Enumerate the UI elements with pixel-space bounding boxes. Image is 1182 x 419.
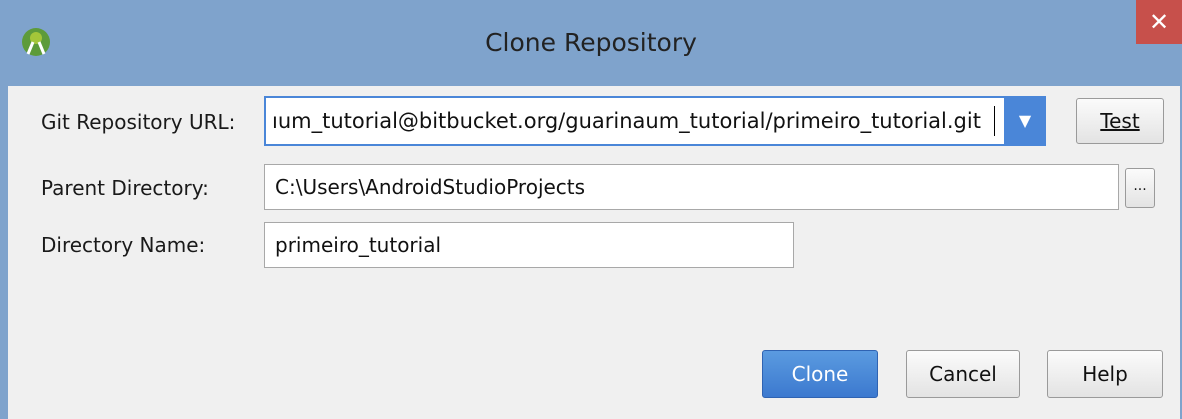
test-button-label: Test xyxy=(1100,109,1140,133)
chevron-down-icon[interactable]: ▼ xyxy=(1004,96,1046,146)
parent-directory-input[interactable]: C:\Users\AndroidStudioProjects xyxy=(264,164,1119,210)
test-button[interactable]: Test xyxy=(1076,98,1164,144)
window-title: Clone Repository xyxy=(485,28,697,57)
text-cursor xyxy=(994,106,995,136)
cancel-button[interactable]: Cancel xyxy=(906,350,1020,398)
clone-button[interactable]: Clone xyxy=(762,350,878,398)
git-url-label: Git Repository URL: xyxy=(41,110,236,134)
git-url-input[interactable]: ıum_tutorial@bitbucket.org/guarinaum_tut… xyxy=(272,98,1012,144)
browse-button[interactable]: ... xyxy=(1125,168,1155,208)
directory-name-input[interactable]: primeiro_tutorial xyxy=(264,222,794,268)
title-bar: Clone Repository ✕ xyxy=(0,0,1182,86)
git-url-combobox[interactable]: ıum_tutorial@bitbucket.org/guarinaum_tut… xyxy=(264,96,1046,146)
directory-name-label: Directory Name: xyxy=(41,233,206,257)
help-button[interactable]: Help xyxy=(1047,350,1163,398)
close-button[interactable]: ✕ xyxy=(1136,0,1182,44)
parent-directory-label: Parent Directory: xyxy=(41,176,209,200)
